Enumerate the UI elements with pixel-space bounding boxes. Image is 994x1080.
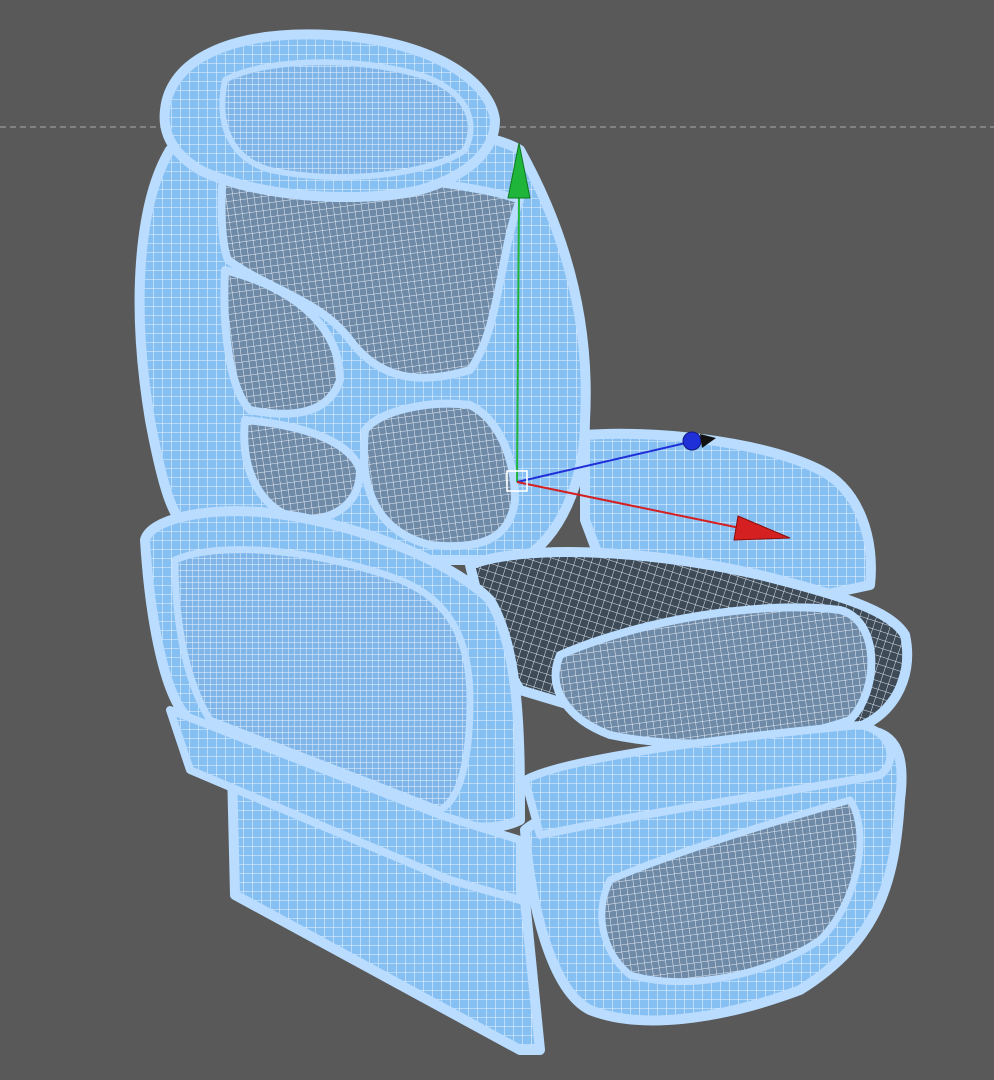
viewport-canvas[interactable] bbox=[0, 0, 994, 1080]
3d-viewport[interactable] bbox=[0, 0, 994, 1080]
backrest-lumbar bbox=[359, 399, 519, 551]
gizmo-z-axis-handle[interactable] bbox=[682, 431, 702, 451]
headrest-face bbox=[219, 59, 474, 181]
